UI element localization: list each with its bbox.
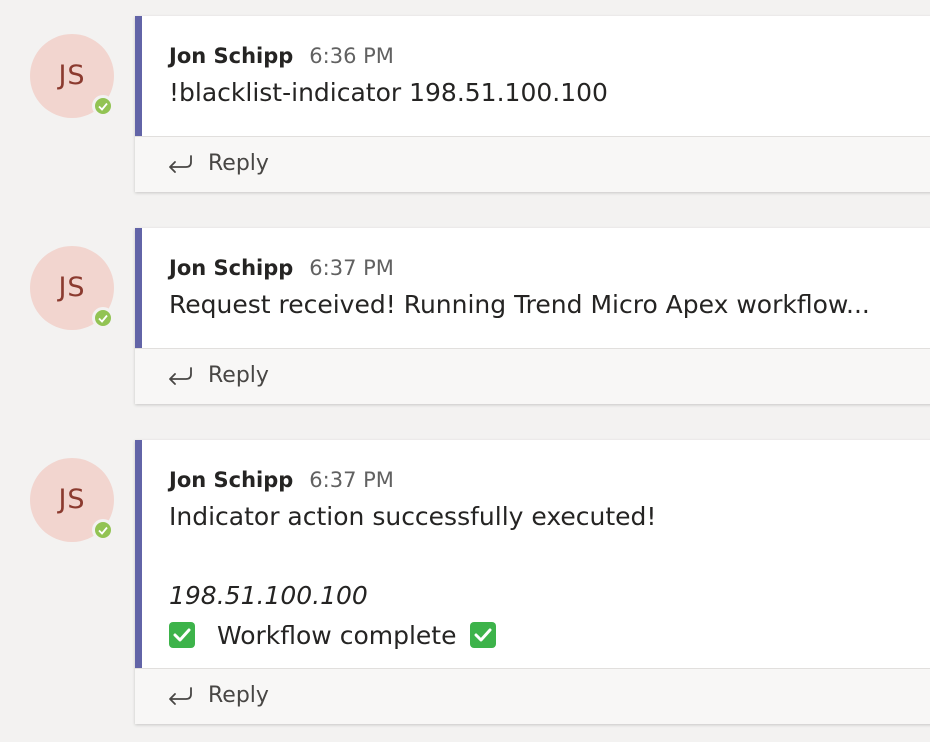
workflow-status-text: Workflow complete [216, 621, 457, 650]
author-name[interactable]: Jon Schipp [169, 468, 293, 492]
reply-button[interactable]: Reply [135, 668, 930, 724]
check-mark-icon [169, 622, 195, 648]
message-text: Request received! Running Trend Micro Ap… [169, 290, 870, 319]
message-time: 6:37 PM [309, 468, 394, 492]
message-accent-bar [135, 440, 142, 668]
author-name[interactable]: Jon Schipp [169, 44, 293, 68]
message-time: 6:36 PM [309, 44, 394, 68]
message-header: Jon Schipp 6:37 PM [169, 466, 394, 494]
presence-available-icon [92, 95, 114, 117]
check-mark-icon [470, 622, 497, 648]
author-name[interactable]: Jon Schipp [169, 256, 293, 280]
message-card: Jon Schipp 6:37 PM Request received! Runn… [135, 228, 930, 404]
message-card: Jon Schipp 6:37 PM Indicator action succe… [135, 440, 930, 724]
reply-arrow-icon [167, 153, 193, 179]
reply-button[interactable]: Reply [135, 348, 930, 404]
message-header: Jon Schipp 6:36 PM [169, 42, 394, 70]
presence-available-icon [92, 519, 114, 541]
message-accent-bar [135, 228, 142, 348]
workflow-status-line: Workflow complete [169, 619, 497, 653]
message-header: Jon Schipp 6:37 PM [169, 254, 394, 282]
reply-label: Reply [208, 363, 269, 388]
message-text: !blacklist-indicator 198.51.100.100 [169, 78, 608, 107]
message-time: 6:37 PM [309, 256, 394, 280]
message-card: Jon Schipp 6:36 PM !blacklist-indicator 1… [135, 16, 930, 192]
reply-arrow-icon [167, 365, 193, 391]
reply-button[interactable]: Reply [135, 136, 930, 192]
message-text: Indicator action successfully executed! [169, 502, 657, 531]
message-accent-bar [135, 16, 142, 136]
indicator-ip-text: 198.51.100.100 [169, 581, 368, 610]
reply-arrow-icon [167, 685, 193, 711]
presence-available-icon [92, 307, 114, 329]
reply-label: Reply [208, 683, 269, 708]
reply-label: Reply [208, 151, 269, 176]
